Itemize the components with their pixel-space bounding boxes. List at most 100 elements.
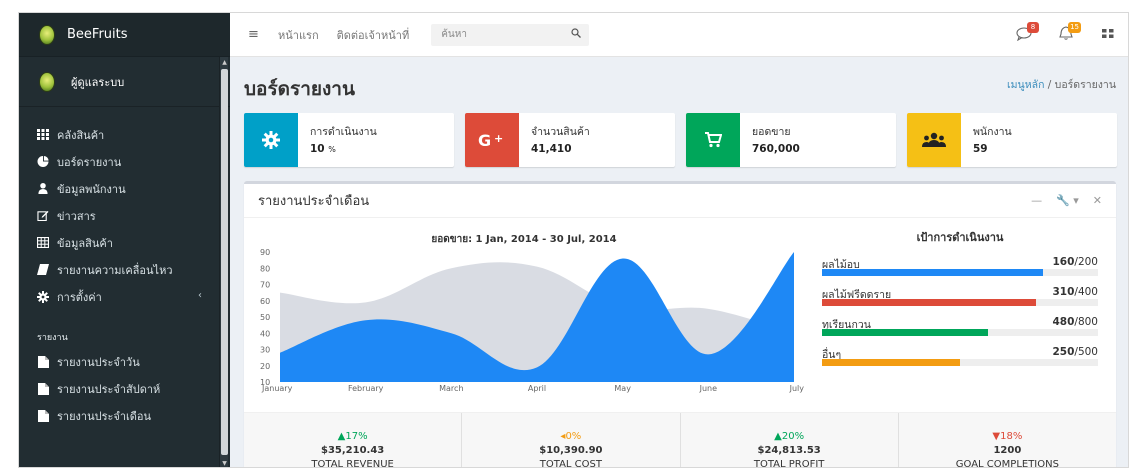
breadcrumb: เมนูหลัก / บอร์ดรายงาน bbox=[1007, 76, 1116, 93]
menu-toggle-icon[interactable]: ≡ bbox=[248, 27, 260, 42]
user-panel[interactable]: ผู้ดูแลระบบ bbox=[19, 57, 230, 107]
sidebar-menu: คลังสินค้า บอร์ดรายงาน ข้อมูลพนักงาน ข่า… bbox=[19, 107, 230, 429]
x-tick-label: April bbox=[528, 384, 546, 393]
progress-fill bbox=[822, 299, 1036, 306]
x-tick-label: July bbox=[789, 384, 805, 393]
stat-total-revenue: ▲17% $35,210.43 TOTAL REVENUE bbox=[244, 413, 463, 468]
summary-stats: ▲17% $35,210.43 TOTAL REVENUE ◂0% $10,39… bbox=[244, 412, 1116, 468]
notifications-button[interactable]: 15 bbox=[1058, 22, 1081, 43]
nav-link-contact[interactable]: ติดต่อเจ้าหน้าที่ bbox=[337, 26, 410, 44]
stat-label: TOTAL REVENUE bbox=[311, 459, 394, 468]
scrollbar-thumb[interactable] bbox=[221, 69, 228, 455]
breadcrumb-current: บอร์ดรายงาน bbox=[1054, 79, 1116, 91]
y-tick-label: 40 bbox=[260, 329, 270, 338]
search-placeholder: ค้นหา bbox=[441, 29, 467, 40]
gear-icon bbox=[37, 291, 49, 303]
stat-percentage: ▼18% bbox=[992, 431, 1023, 442]
goal-value: 250/500 bbox=[1052, 346, 1098, 358]
svg-text:+: + bbox=[494, 132, 503, 145]
stat-amount: $35,210.43 bbox=[320, 445, 385, 456]
progress-track bbox=[822, 329, 1098, 336]
goal-item: ผลไม้ฟรีดดราย 310/400 bbox=[822, 286, 1098, 306]
file-icon bbox=[37, 356, 49, 368]
breadcrumb-separator: / bbox=[1047, 79, 1052, 91]
progress-fill bbox=[822, 359, 960, 366]
stat-amount: $24,813.53 bbox=[757, 445, 821, 456]
y-tick-label: 90 bbox=[260, 248, 270, 257]
users-icon bbox=[907, 113, 961, 167]
sidebar-item-label: ข้อมูลพนักงาน bbox=[57, 182, 126, 196]
stat-amount: 1200 bbox=[993, 445, 1022, 456]
stat-label: GOAL COMPLETIONS bbox=[955, 459, 1059, 468]
sidebar-item-dashboard[interactable]: บอร์ดรายงาน bbox=[19, 148, 230, 175]
scroll-up-icon[interactable]: ▲ bbox=[220, 58, 229, 67]
grid-icon bbox=[37, 129, 49, 140]
breadcrumb-home-link[interactable]: เมนูหลัก bbox=[1007, 79, 1044, 91]
sidebar-scrollbar[interactable]: ▲ ▼ bbox=[219, 57, 229, 467]
table-icon bbox=[36, 236, 50, 249]
stat-goal-completions: ▼18% 1200 GOAL COMPLETIONS bbox=[899, 413, 1116, 468]
sidebar-item-label: บอร์ดรายงาน bbox=[57, 155, 122, 169]
main-content: บอร์ดรายงาน เมนูหลัก / บอร์ดรายงาน การดำ… bbox=[230, 57, 1128, 468]
info-box-sales[interactable]: ยอดขาย 760,000 bbox=[686, 113, 896, 167]
chart-title: ยอดขาย: 1 Jan, 2014 - 30 Jul, 2014 bbox=[431, 234, 617, 245]
nav-link-home[interactable]: หน้าแรก bbox=[278, 26, 319, 44]
progress-track bbox=[822, 269, 1098, 276]
x-tick-label: May bbox=[614, 384, 631, 393]
monthly-report-box: รายงานประจำเดือน — 🔧 ▾ ✕ ยอดขาย: 1 Jan, … bbox=[244, 181, 1116, 468]
stat-label: TOTAL COST bbox=[539, 459, 602, 468]
chevron-left-icon: ‹ bbox=[198, 290, 202, 301]
apps-button[interactable] bbox=[1100, 25, 1118, 43]
wrench-icon[interactable]: 🔧 ▾ bbox=[1056, 194, 1079, 207]
eraser-icon bbox=[37, 264, 49, 275]
y-tick-label: 20 bbox=[260, 362, 270, 371]
file-icon bbox=[37, 383, 49, 395]
stat-percentage: ◂0% bbox=[560, 431, 582, 442]
stat-total-profit: ▲20% $24,813.53 TOTAL PROFIT bbox=[681, 413, 899, 468]
progress-fill bbox=[822, 329, 988, 336]
collapse-icon[interactable]: — bbox=[1031, 194, 1042, 207]
info-box-products[interactable]: G + จำนวนสินค้า 41,410 bbox=[465, 113, 675, 167]
sidebar-item-label: รายงานประจำเดือน bbox=[57, 409, 152, 423]
scroll-down-icon[interactable]: ▼ bbox=[220, 459, 229, 467]
messages-badge: 8 bbox=[1027, 22, 1039, 33]
stat-amount: $10,390.90 bbox=[539, 445, 603, 456]
messages-button[interactable]: 8 bbox=[1016, 22, 1039, 43]
goals-title: เป้าการดำเนินงาน bbox=[916, 231, 1004, 244]
y-tick-label: 50 bbox=[260, 313, 270, 322]
search-input[interactable]: ค้นหา bbox=[431, 23, 590, 46]
top-navbar: ≡ หน้าแรก ติดต่อเจ้าหน้าที่ ค้นหา 8 15 bbox=[230, 13, 1128, 57]
y-tick-label: 80 bbox=[260, 264, 270, 273]
app-window: BeeFruits ผู้ดูแลระบบ คลังสินค้า บอร์ดรา… bbox=[18, 12, 1129, 468]
notifications-badge: 15 bbox=[1068, 22, 1081, 33]
sidebar-item-monthly-report[interactable]: รายงานประจำเดือน bbox=[19, 402, 230, 429]
sidebar-item-activity[interactable]: รายงานความเคลื่อนไหว bbox=[19, 256, 230, 283]
goal-item: ผลไม้อบ 160/200 bbox=[822, 256, 1098, 276]
sidebar-item-products[interactable]: ข้อมูลสินค้า bbox=[19, 229, 230, 256]
sidebar-item-label: ข่าวสาร bbox=[57, 209, 96, 223]
stat-label: TOTAL PROFIT bbox=[753, 459, 825, 468]
goal-value: 310/400 bbox=[1052, 286, 1098, 298]
x-tick-label: June bbox=[699, 384, 718, 393]
info-box-number: 10 % bbox=[310, 143, 336, 155]
info-box-operations[interactable]: การดำเนินงาน 10 % bbox=[244, 113, 454, 167]
sidebar-item-weekly-report[interactable]: รายงานประจำสัปดาห์ bbox=[19, 375, 230, 402]
brand[interactable]: BeeFruits bbox=[19, 13, 230, 57]
sidebar-item-settings[interactable]: การตั้งค่า ‹ bbox=[19, 283, 230, 310]
sidebar-item-daily-report[interactable]: รายงานประจำวัน bbox=[19, 348, 230, 375]
search-icon[interactable] bbox=[571, 27, 582, 38]
sidebar-item-warehouse[interactable]: คลังสินค้า bbox=[19, 121, 230, 148]
goal-value: 160/200 bbox=[1052, 256, 1098, 268]
sidebar-item-news[interactable]: ข่าวสาร bbox=[19, 202, 230, 229]
goal-completion-panel: เป้าการดำเนินงาน ผลไม้อบ 160/200 ผลไม้ฟร… bbox=[822, 228, 1098, 376]
x-tick-label: February bbox=[348, 384, 384, 393]
sidebar-item-label: การตั้งค่า bbox=[57, 290, 102, 304]
gear-icon bbox=[244, 113, 298, 167]
sidebar-item-employees[interactable]: ข้อมูลพนักงาน bbox=[19, 175, 230, 202]
info-box-label: การดำเนินงาน bbox=[310, 126, 377, 138]
info-box-employees[interactable]: พนักงาน 59 bbox=[907, 113, 1117, 167]
progress-track bbox=[822, 299, 1098, 306]
close-icon[interactable]: ✕ bbox=[1093, 194, 1102, 207]
x-tick-label: March bbox=[439, 384, 463, 393]
stat-percentage: ▲20% bbox=[774, 431, 805, 442]
